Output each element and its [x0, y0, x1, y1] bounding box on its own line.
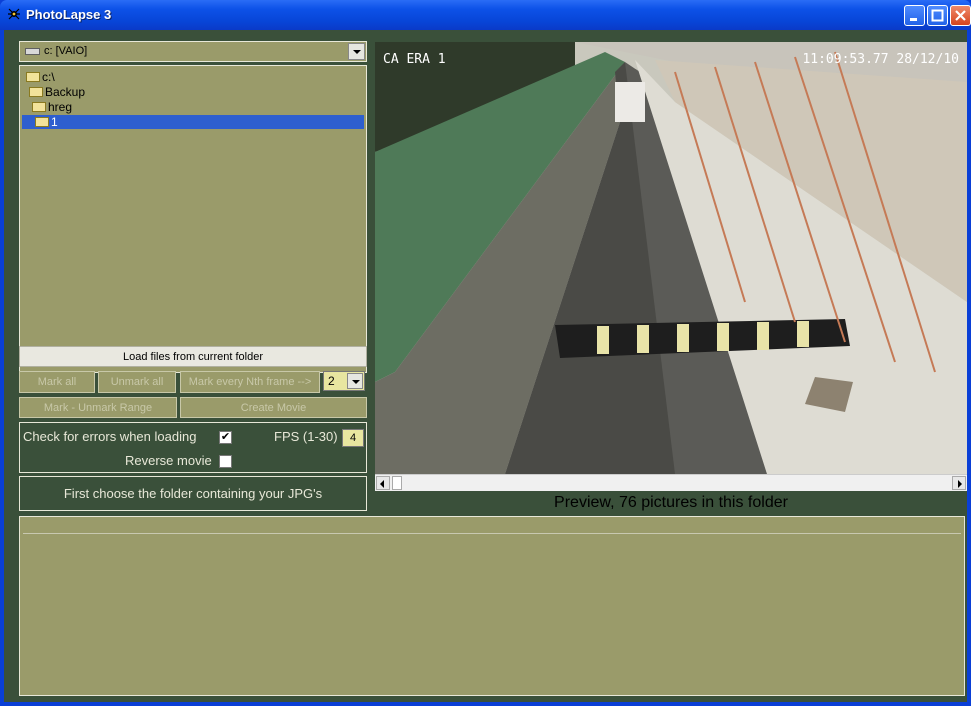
tree-item-selected[interactable]: 1	[22, 115, 364, 129]
mark-all-button[interactable]: Mark all	[19, 371, 95, 393]
folder-open-icon	[26, 72, 40, 82]
drive-select[interactable]: c: [VAIO]	[19, 41, 367, 62]
drive-select-value: c: [VAIO]	[44, 45, 88, 57]
folder-open-icon	[32, 102, 46, 112]
status-panel: First choose the folder containing your …	[19, 476, 367, 511]
tree-item-label: c:\	[42, 70, 55, 84]
scroll-left-icon[interactable]	[376, 476, 390, 490]
image-preview: CA ERA 1 11:09:53.77 28/12/10	[375, 42, 967, 474]
timestamp-overlay: 11:09:53.77 28/12/10	[802, 52, 959, 67]
maximize-icon	[931, 9, 944, 22]
reverse-movie-label: Reverse movie	[125, 453, 212, 468]
scroll-right-icon[interactable]	[952, 476, 966, 490]
tree-item[interactable]: hreg	[32, 100, 132, 114]
unmark-all-button[interactable]: Unmark all	[98, 371, 176, 393]
preview-scrollbar[interactable]	[375, 474, 967, 491]
minimize-icon	[910, 18, 917, 21]
load-files-button[interactable]: Load files from current folder	[19, 346, 367, 367]
close-button[interactable]	[950, 5, 971, 26]
reverse-movie-checkbox[interactable]	[219, 455, 232, 468]
folder-open-icon	[35, 117, 49, 127]
scroll-thumb[interactable]	[392, 476, 402, 490]
check-errors-label: Check for errors when loading	[23, 429, 197, 444]
fps-label: FPS (1-30)	[274, 429, 338, 444]
check-errors-checkbox[interactable]: ✔	[219, 431, 232, 444]
camera-label: CA ERA 1	[383, 52, 446, 67]
options-panel: Check for errors when loading ✔ FPS (1-3…	[19, 422, 367, 473]
folder-tree[interactable]: c:\ Backup hreg 1	[19, 65, 367, 373]
tree-item-label: 1	[51, 115, 58, 129]
title-bar[interactable]: PhotoLapse 3	[0, 0, 971, 30]
file-list-area[interactable]	[19, 516, 965, 696]
tree-item[interactable]: c:\	[26, 70, 126, 84]
chevron-down-icon[interactable]	[347, 373, 363, 389]
app-icon	[8, 8, 20, 20]
tree-item[interactable]: Backup	[29, 85, 129, 99]
nth-frame-value: 2	[328, 374, 335, 388]
create-movie-button[interactable]: Create Movie	[180, 397, 367, 418]
list-divider	[23, 533, 961, 534]
preview-caption: Preview, 76 pictures in this folder	[554, 494, 788, 511]
tree-item-label: Backup	[45, 85, 86, 99]
status-message: First choose the folder containing your …	[63, 486, 323, 501]
chevron-down-icon[interactable]	[348, 43, 365, 60]
mark-every-nth-button[interactable]: Mark every Nth frame -->	[180, 371, 320, 393]
preview-photo	[375, 42, 967, 474]
drive-icon	[25, 48, 40, 55]
nth-frame-select[interactable]: 2	[323, 371, 365, 391]
app-window: PhotoLapse 3 c: [VAIO] c:\ Backup hreg 1…	[0, 0, 971, 706]
window-title: PhotoLapse 3	[26, 7, 112, 22]
client-area: c: [VAIO] c:\ Backup hreg 1 Load files f…	[4, 30, 967, 702]
fps-input[interactable]: 4	[342, 429, 364, 447]
minimize-button[interactable]	[904, 5, 925, 26]
tree-item-label: hreg	[48, 100, 73, 114]
close-icon	[955, 10, 966, 21]
mark-unmark-range-button[interactable]: Mark - Unmark Range	[19, 397, 177, 418]
maximize-button[interactable]	[927, 5, 948, 26]
folder-open-icon	[29, 87, 43, 97]
